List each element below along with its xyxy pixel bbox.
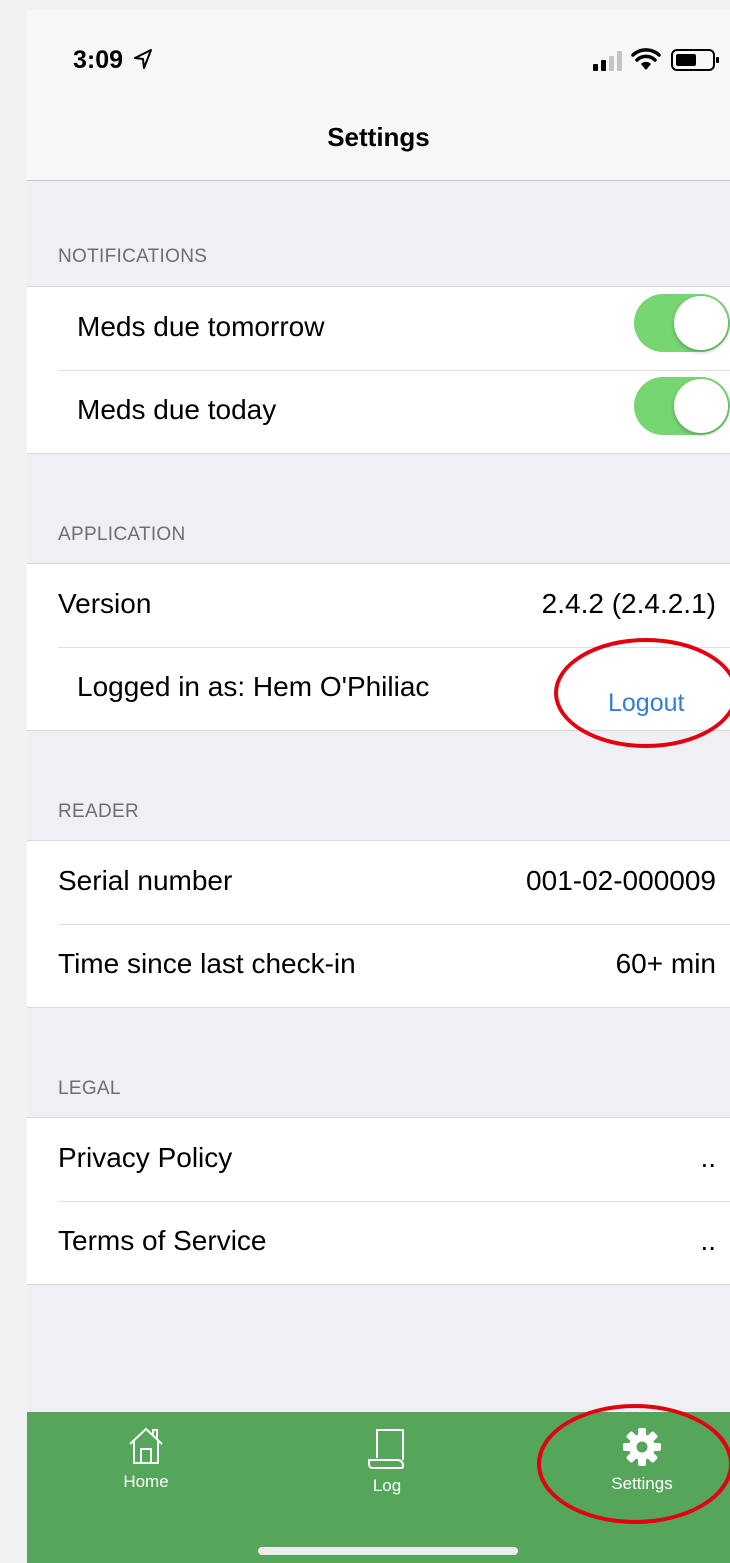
serial-number-value: 001-02-000009 — [526, 865, 716, 896]
meds-due-tomorrow-toggle[interactable] — [634, 294, 730, 352]
annotation-circle-settings-tab — [537, 1404, 730, 1524]
privacy-policy-value: .. — [700, 1142, 716, 1173]
row-privacy-policy[interactable]: Privacy Policy .. — [27, 1118, 730, 1201]
tab-home[interactable]: Home — [71, 1426, 221, 1496]
page-title: Settings — [327, 122, 430, 152]
row-serial-number: Serial number 001-02-000009 — [27, 841, 730, 924]
status-time: 3:09 — [73, 46, 124, 74]
terms-of-service-label: Terms of Service — [58, 1225, 267, 1256]
checkin-label: Time since last check-in — [58, 948, 356, 979]
row-label: Meds due tomorrow — [77, 311, 325, 342]
row-label: Meds due today — [77, 394, 277, 425]
home-icon — [129, 1427, 163, 1464]
logged-in-label: Logged in as: Hem O'Philiac — [77, 671, 430, 702]
wifi-icon — [631, 48, 661, 70]
tab-log[interactable]: Log — [312, 1426, 462, 1496]
meds-due-today-toggle[interactable] — [634, 377, 730, 435]
header: 3:09 Settings — [27, 10, 730, 181]
privacy-policy-label: Privacy Policy — [58, 1142, 233, 1173]
battery-icon — [671, 49, 719, 71]
row-terms-of-service[interactable]: Terms of Service .. — [27, 1201, 730, 1284]
section-header-reader: READER — [58, 801, 139, 822]
serial-number-label: Serial number — [58, 865, 233, 896]
section-header-application: APPLICATION — [58, 524, 186, 545]
version-label: Version — [58, 588, 152, 619]
scroll-icon — [368, 1429, 405, 1469]
toggle-knob — [674, 296, 728, 350]
section-header-notifications: NOTIFICATIONS — [58, 246, 208, 267]
toggle-knob — [674, 379, 728, 433]
row-meds-due-tomorrow: Meds due tomorrow — [27, 287, 730, 370]
location-arrow-icon — [134, 49, 152, 69]
settings-screen: 3:09 Settings NOTIFICATIONS Meds due tom… — [27, 10, 730, 1563]
section-header-legal: LEGAL — [58, 1078, 121, 1099]
legal-group: Privacy Policy .. Terms of Service .. — [27, 1117, 730, 1285]
row-meds-due-today: Meds due today — [27, 370, 730, 453]
tab-label: Log — [372, 1476, 402, 1495]
notifications-group: Meds due tomorrow Meds due today — [27, 286, 730, 454]
terms-of-service-value: .. — [700, 1225, 716, 1256]
annotation-circle-logout — [554, 638, 730, 748]
version-value: 2.4.2 (2.4.2.1) — [541, 588, 716, 619]
row-time-since-checkin: Time since last check-in 60+ min — [27, 924, 730, 1007]
tab-label: Home — [123, 1472, 169, 1491]
cellular-signal-icon — [593, 51, 622, 71]
checkin-value: 60+ min — [615, 948, 716, 979]
row-version: Version 2.4.2 (2.4.2.1) — [27, 564, 730, 647]
reader-group: Serial number 001-02-000009 Time since l… — [27, 840, 730, 1008]
home-indicator — [258, 1547, 518, 1555]
